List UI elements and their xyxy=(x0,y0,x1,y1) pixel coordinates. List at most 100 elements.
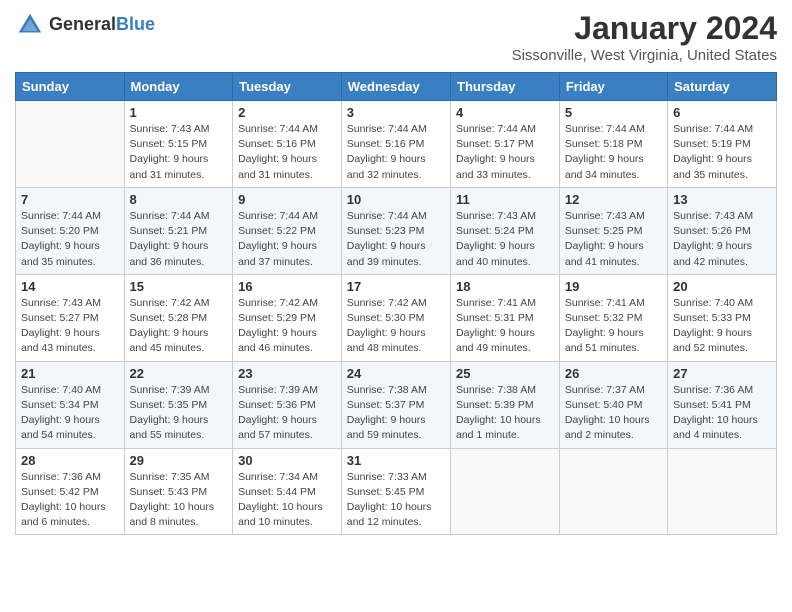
calendar-cell: 27Sunrise: 7:36 AMSunset: 5:41 PMDayligh… xyxy=(668,361,777,448)
day-number: 28 xyxy=(21,453,119,468)
sunrise-text: Sunrise: 7:34 AM xyxy=(238,471,318,483)
day-info: Sunrise: 7:43 AMSunset: 5:15 PMDaylight:… xyxy=(130,122,228,183)
sunrise-text: Sunrise: 7:44 AM xyxy=(238,210,318,222)
calendar-cell xyxy=(668,448,777,535)
column-header-wednesday: Wednesday xyxy=(341,73,450,101)
sunset-text: Sunset: 5:42 PM xyxy=(21,486,99,498)
calendar-cell: 5Sunrise: 7:44 AMSunset: 5:18 PMDaylight… xyxy=(559,101,667,188)
day-info: Sunrise: 7:44 AMSunset: 5:16 PMDaylight:… xyxy=(347,122,445,183)
daylight-text: Daylight: 9 hours and 33 minutes. xyxy=(456,153,535,180)
calendar-week-row: 1Sunrise: 7:43 AMSunset: 5:15 PMDaylight… xyxy=(16,101,777,188)
sunset-text: Sunset: 5:23 PM xyxy=(347,225,425,237)
day-info: Sunrise: 7:41 AMSunset: 5:32 PMDaylight:… xyxy=(565,296,662,357)
sunset-text: Sunset: 5:27 PM xyxy=(21,312,99,324)
column-header-thursday: Thursday xyxy=(451,73,560,101)
sunset-text: Sunset: 5:26 PM xyxy=(673,225,751,237)
day-info: Sunrise: 7:44 AMSunset: 5:23 PMDaylight:… xyxy=(347,209,445,270)
day-info: Sunrise: 7:40 AMSunset: 5:34 PMDaylight:… xyxy=(21,383,119,444)
calendar-table: SundayMondayTuesdayWednesdayThursdayFrid… xyxy=(15,72,777,535)
day-info: Sunrise: 7:43 AMSunset: 5:26 PMDaylight:… xyxy=(673,209,771,270)
daylight-text: Daylight: 9 hours and 45 minutes. xyxy=(130,327,209,354)
calendar-cell xyxy=(559,448,667,535)
sunrise-text: Sunrise: 7:44 AM xyxy=(238,123,318,135)
calendar-cell: 7Sunrise: 7:44 AMSunset: 5:20 PMDaylight… xyxy=(16,187,125,274)
logo: GeneralBlue xyxy=(15,10,155,40)
daylight-text: Daylight: 9 hours and 57 minutes. xyxy=(238,414,317,441)
sunset-text: Sunset: 5:19 PM xyxy=(673,138,751,150)
sunset-text: Sunset: 5:28 PM xyxy=(130,312,208,324)
day-info: Sunrise: 7:36 AMSunset: 5:41 PMDaylight:… xyxy=(673,383,771,444)
calendar-cell: 15Sunrise: 7:42 AMSunset: 5:28 PMDayligh… xyxy=(124,274,233,361)
day-number: 17 xyxy=(347,279,445,294)
sunrise-text: Sunrise: 7:36 AM xyxy=(673,384,753,396)
daylight-text: Daylight: 9 hours and 34 minutes. xyxy=(565,153,644,180)
sunset-text: Sunset: 5:35 PM xyxy=(130,399,208,411)
calendar-cell: 23Sunrise: 7:39 AMSunset: 5:36 PMDayligh… xyxy=(233,361,342,448)
daylight-text: Daylight: 9 hours and 54 minutes. xyxy=(21,414,100,441)
sunrise-text: Sunrise: 7:38 AM xyxy=(347,384,427,396)
sunrise-text: Sunrise: 7:37 AM xyxy=(565,384,645,396)
calendar-week-row: 14Sunrise: 7:43 AMSunset: 5:27 PMDayligh… xyxy=(16,274,777,361)
day-number: 13 xyxy=(673,192,771,207)
calendar-cell: 20Sunrise: 7:40 AMSunset: 5:33 PMDayligh… xyxy=(668,274,777,361)
calendar-cell: 17Sunrise: 7:42 AMSunset: 5:30 PMDayligh… xyxy=(341,274,450,361)
daylight-text: Daylight: 9 hours and 49 minutes. xyxy=(456,327,535,354)
sunset-text: Sunset: 5:44 PM xyxy=(238,486,316,498)
sunset-text: Sunset: 5:39 PM xyxy=(456,399,534,411)
calendar-cell: 25Sunrise: 7:38 AMSunset: 5:39 PMDayligh… xyxy=(451,361,560,448)
calendar-cell: 13Sunrise: 7:43 AMSunset: 5:26 PMDayligh… xyxy=(668,187,777,274)
day-info: Sunrise: 7:44 AMSunset: 5:17 PMDaylight:… xyxy=(456,122,554,183)
calendar-cell: 24Sunrise: 7:38 AMSunset: 5:37 PMDayligh… xyxy=(341,361,450,448)
daylight-text: Daylight: 10 hours and 8 minutes. xyxy=(130,501,215,528)
sunrise-text: Sunrise: 7:41 AM xyxy=(565,297,645,309)
sunrise-text: Sunrise: 7:39 AM xyxy=(238,384,318,396)
sunset-text: Sunset: 5:36 PM xyxy=(238,399,316,411)
day-number: 3 xyxy=(347,105,445,120)
sunrise-text: Sunrise: 7:44 AM xyxy=(565,123,645,135)
day-number: 22 xyxy=(130,366,228,381)
day-info: Sunrise: 7:40 AMSunset: 5:33 PMDaylight:… xyxy=(673,296,771,357)
calendar-cell: 2Sunrise: 7:44 AMSunset: 5:16 PMDaylight… xyxy=(233,101,342,188)
daylight-text: Daylight: 9 hours and 31 minutes. xyxy=(238,153,317,180)
calendar-cell: 10Sunrise: 7:44 AMSunset: 5:23 PMDayligh… xyxy=(341,187,450,274)
calendar-week-row: 28 Sunrise: 7:36 AMSunset: 5:42 PMDayligh… xyxy=(16,448,777,535)
sunrise-text: Sunrise: 7:44 AM xyxy=(21,210,101,222)
daylight-text: Daylight: 9 hours and 37 minutes. xyxy=(238,240,317,267)
day-info: Sunrise: 7:43 AMSunset: 5:24 PMDaylight:… xyxy=(456,209,554,270)
sunrise-text: Sunrise: 7:44 AM xyxy=(347,210,427,222)
daylight-text: Daylight: 9 hours and 41 minutes. xyxy=(565,240,644,267)
calendar-cell: 6Sunrise: 7:44 AMSunset: 5:19 PMDaylight… xyxy=(668,101,777,188)
sunrise-text: Sunrise: 7:44 AM xyxy=(130,210,210,222)
day-number: 16 xyxy=(238,279,336,294)
sunrise-text: Sunrise: 7:43 AM xyxy=(673,210,753,222)
calendar-cell: 26Sunrise: 7:37 AMSunset: 5:40 PMDayligh… xyxy=(559,361,667,448)
calendar-cell: 9Sunrise: 7:44 AMSunset: 5:22 PMDaylight… xyxy=(233,187,342,274)
daylight-text: Daylight: 9 hours and 35 minutes. xyxy=(673,153,752,180)
column-header-saturday: Saturday xyxy=(668,73,777,101)
daylight-text: Daylight: 9 hours and 52 minutes. xyxy=(673,327,752,354)
calendar-cell: 28 Sunrise: 7:36 AMSunset: 5:42 PMDayligh… xyxy=(16,448,125,535)
sunrise-text: Sunrise: 7:43 AM xyxy=(456,210,536,222)
sunset-text: Sunset: 5:21 PM xyxy=(130,225,208,237)
sunrise-text: Sunrise: 7:38 AM xyxy=(456,384,536,396)
sunrise-text: Sunrise: 7:33 AM xyxy=(347,471,427,483)
sunset-text: Sunset: 5:16 PM xyxy=(347,138,425,150)
sunset-text: Sunset: 5:29 PM xyxy=(238,312,316,324)
daylight-text: Daylight: 9 hours and 43 minutes. xyxy=(21,327,100,354)
day-info: Sunrise: 7:36 AMSunset: 5:42 PMDaylight:… xyxy=(21,470,119,531)
column-header-tuesday: Tuesday xyxy=(233,73,342,101)
daylight-text: Daylight: 10 hours and 1 minute. xyxy=(456,414,541,441)
sunrise-text: Sunrise: 7:42 AM xyxy=(347,297,427,309)
calendar-cell: 21Sunrise: 7:40 AMSunset: 5:34 PMDayligh… xyxy=(16,361,125,448)
daylight-text: Daylight: 9 hours and 48 minutes. xyxy=(347,327,426,354)
day-info: Sunrise: 7:44 AMSunset: 5:22 PMDaylight:… xyxy=(238,209,336,270)
day-info: Sunrise: 7:33 AMSunset: 5:45 PMDaylight:… xyxy=(347,470,445,531)
day-number: 5 xyxy=(565,105,662,120)
page-header: GeneralBlue January 2024 Sissonville, We… xyxy=(15,10,777,64)
calendar-cell: 8Sunrise: 7:44 AMSunset: 5:21 PMDaylight… xyxy=(124,187,233,274)
day-number: 29 xyxy=(130,453,228,468)
daylight-text: Daylight: 9 hours and 40 minutes. xyxy=(456,240,535,267)
daylight-text: Daylight: 10 hours and 6 minutes. xyxy=(21,501,106,528)
sunset-text: Sunset: 5:25 PM xyxy=(565,225,643,237)
day-number: 24 xyxy=(347,366,445,381)
